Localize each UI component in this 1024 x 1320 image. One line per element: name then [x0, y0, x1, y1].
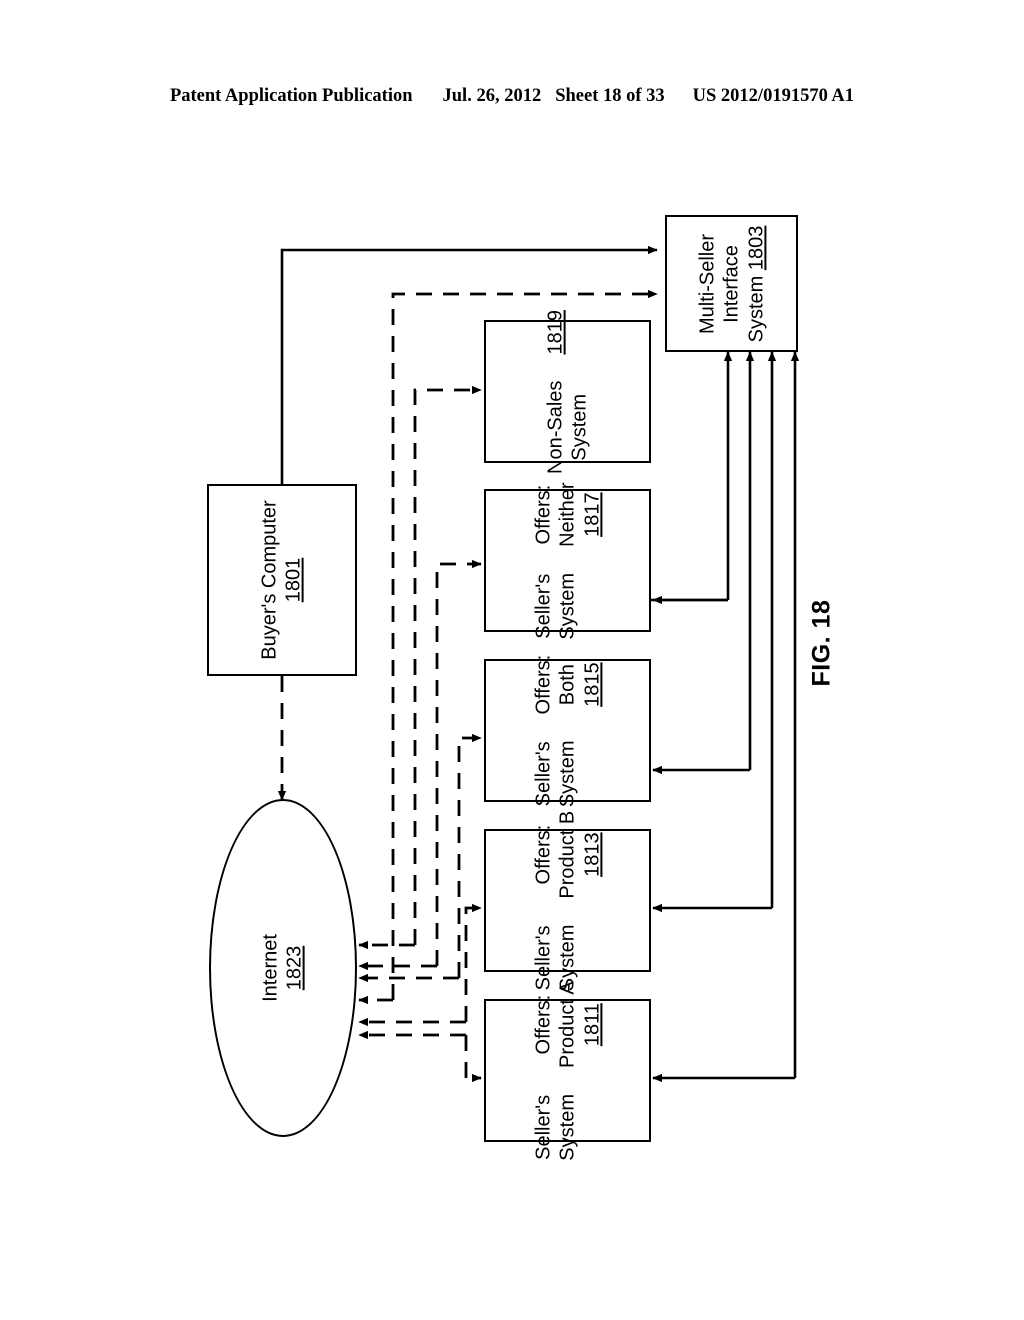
s1811-ref: 1811: [580, 1002, 603, 1046]
s1815-line-2: System: [556, 739, 579, 807]
node-sellers-system-offers-neither: Seller's System Offers: Neither 1817: [484, 482, 651, 639]
multiseller-line-3: System: [744, 275, 767, 342]
s1813-offers-label: Offers:: [531, 824, 554, 884]
buyers-computer-label: Buyer's Computer: [258, 500, 281, 660]
node-sellers-system-offers-product-b: Seller's System Offers: Product B 1813: [484, 810, 651, 991]
node-buyers-computer: Buyer's Computer 1801: [207, 484, 357, 676]
s1811-line-1: Seller's: [531, 1094, 554, 1160]
s1817-line-1: Seller's: [531, 573, 554, 639]
s1817-offers-label: Offers:: [531, 484, 554, 544]
s1811-offers-label: Offers:: [531, 994, 554, 1054]
node-non-sales-system: Non-Sales System 1819: [484, 310, 651, 473]
s1817-line-2: System: [556, 572, 579, 640]
internet-ref: 1823: [284, 945, 306, 991]
non-sales-line-2: System: [568, 393, 591, 461]
patent-figure: Multi-Seller Interface System 1803 Buyer…: [0, 0, 1024, 1320]
s1817-ref: 1817: [580, 491, 603, 537]
multiseller-line-2: Interface: [720, 244, 743, 323]
s1813-offers-value: Product B: [556, 810, 579, 899]
node-internet: Internet 1823: [209, 799, 357, 1137]
multiseller-line-1: Multi-Seller: [695, 233, 718, 334]
edge-internet-to-1813: [464, 903, 482, 1022]
figure-label: FIG. 18: [807, 599, 836, 687]
internet-label: Internet: [259, 934, 282, 1002]
s1813-ref: 1813: [580, 831, 603, 877]
node-sellers-system-offers-product-a: Seller's System Offers: Product A 1811: [484, 981, 651, 1160]
multiseller-ref: 1803: [744, 225, 767, 270]
s1815-line-1: Seller's: [531, 740, 554, 806]
non-sales-line-1: Non-Sales: [544, 380, 567, 474]
node-sellers-system-offers-both: Seller's System Offers: Both 1815: [484, 654, 651, 807]
s1817-offers-value: Neither: [556, 481, 579, 547]
node-multi-seller-interface-system: Multi-Seller Interface System 1803: [665, 215, 798, 352]
buyers-computer-ref: 1801: [283, 557, 305, 603]
non-sales-ref: 1819: [544, 309, 567, 355]
edge-internet-to-1815: [457, 733, 482, 978]
edge-internet-to-1819: [413, 385, 482, 945]
s1815-offers-value: Both: [556, 663, 579, 705]
s1811-line-2: System: [556, 1093, 579, 1161]
edge-internet-to-1817: [435, 559, 482, 966]
s1815-ref: 1815: [580, 661, 603, 707]
edge-internet-to-1811: [464, 1035, 482, 1083]
s1815-offers-label: Offers:: [531, 654, 554, 714]
s1811-offers-value: Product A: [556, 980, 579, 1068]
